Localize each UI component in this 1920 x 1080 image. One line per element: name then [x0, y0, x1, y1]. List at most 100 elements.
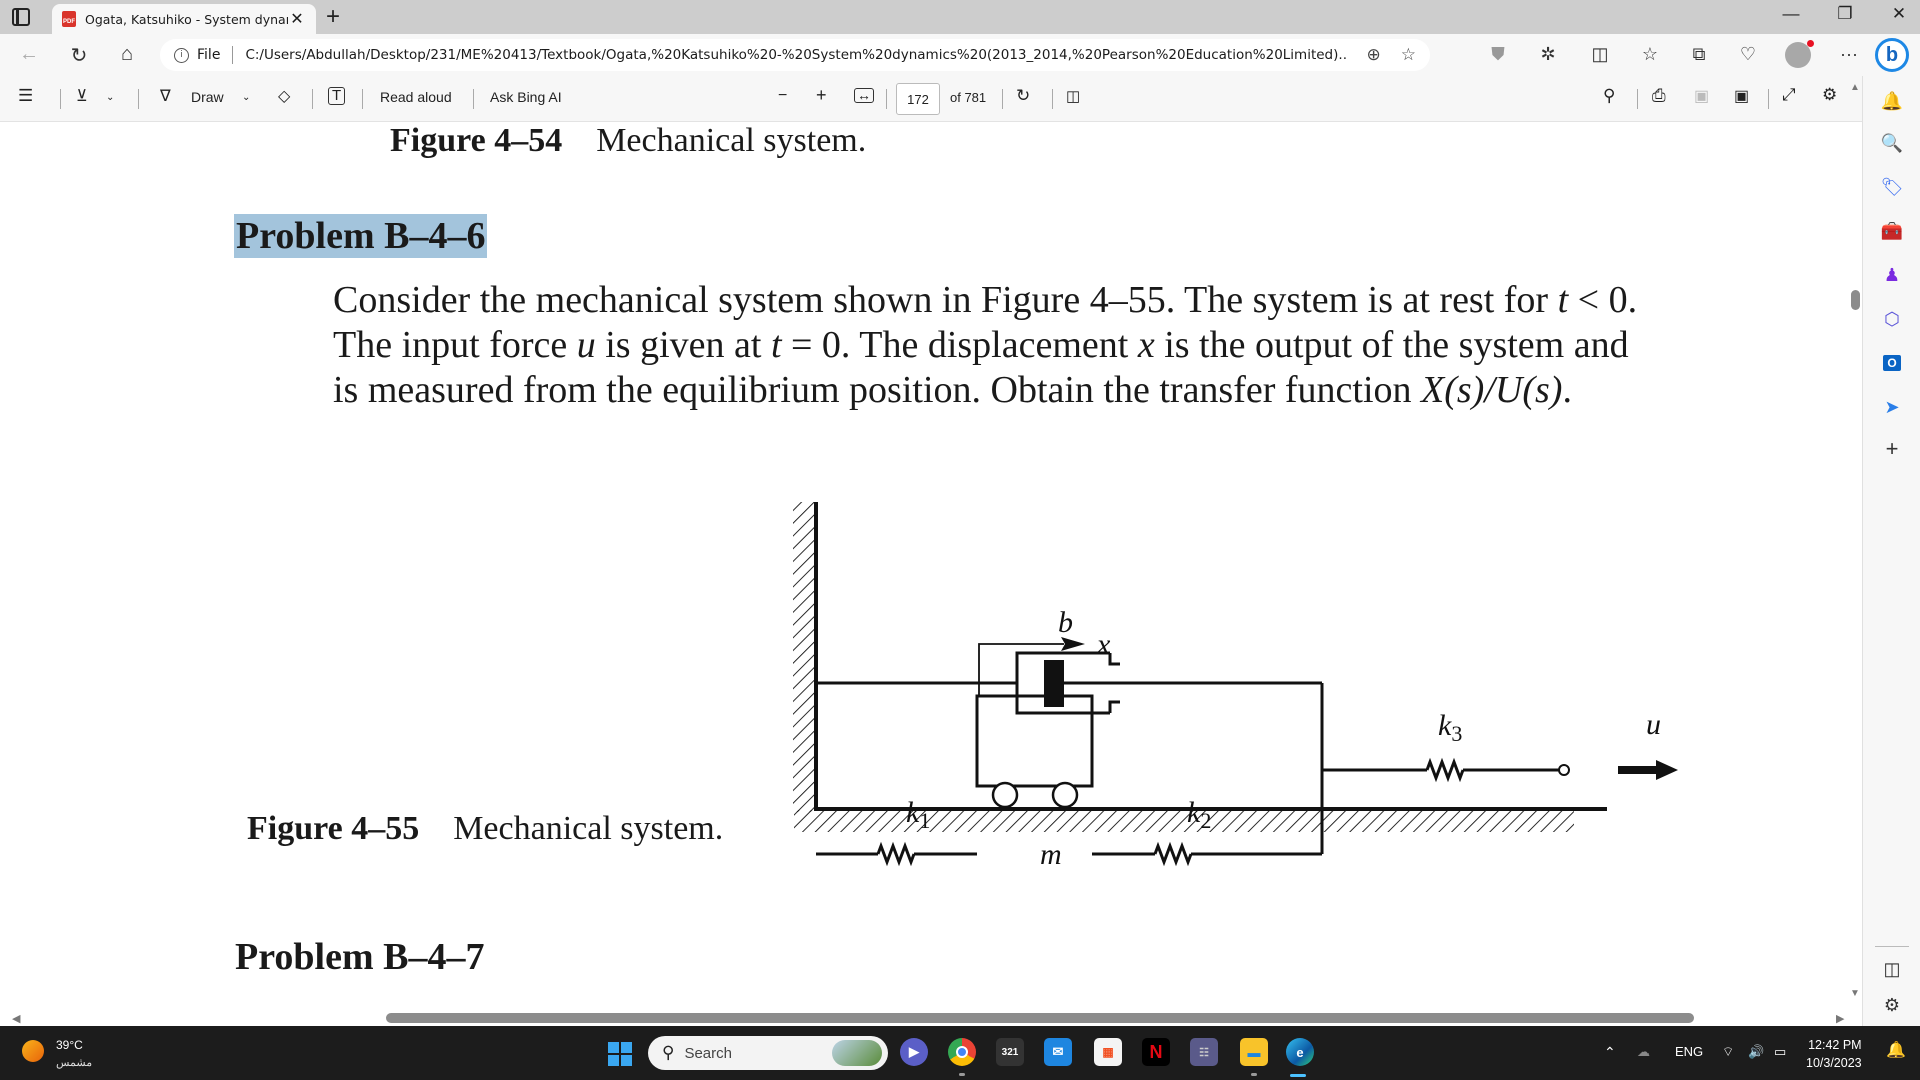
tools-icon[interactable]: 🧰	[1879, 218, 1905, 244]
games-icon[interactable]: ♟	[1879, 262, 1905, 288]
weather-description: مشمس	[56, 1057, 93, 1069]
sidebar-toggle-icon[interactable]: ◫	[1879, 956, 1905, 982]
search-highlight-image	[832, 1040, 882, 1066]
profile-avatar[interactable]	[1785, 40, 1814, 68]
scroll-up-icon[interactable]: ▲	[1850, 82, 1860, 93]
browser-essentials-icon[interactable]: ♡	[1735, 44, 1761, 65]
url-text[interactable]: C:/Users/Abdullah/Desktop/231/ME%20413/T…	[245, 47, 1346, 63]
equalizer-app-icon[interactable]: ☷	[1190, 1038, 1218, 1066]
info-icon[interactable]: i	[174, 47, 189, 63]
divider	[1002, 89, 1003, 109]
zoom-icon[interactable]: ⊕	[1367, 45, 1381, 65]
split-screen-icon[interactable]: ◫	[1587, 44, 1613, 65]
address-bar[interactable]: i File C:/Users/Abdullah/Desktop/231/ME%…	[160, 39, 1430, 71]
collections-icon[interactable]: ⧉	[1686, 44, 1712, 65]
file-explorer-icon[interactable]: ▬	[1240, 1038, 1268, 1066]
notification-center-icon[interactable]: 🔔	[1886, 1040, 1906, 1060]
favorite-star-icon[interactable]: ☆	[1401, 45, 1416, 65]
zoom-in-icon[interactable]: +	[816, 85, 827, 106]
bing-copilot-icon[interactable]: b	[1875, 38, 1909, 72]
wheel-left	[991, 781, 1019, 809]
k2-spring	[1153, 841, 1193, 867]
refresh-button[interactable]: ↻	[66, 43, 92, 68]
fit-to-width-icon[interactable]: ↔	[854, 88, 874, 103]
close-window-button[interactable]: ✕	[1884, 4, 1914, 24]
text-run: is given at	[595, 324, 771, 366]
ask-bing-button[interactable]: Ask Bing AI	[490, 89, 562, 105]
read-aloud-button[interactable]: Read aloud	[380, 89, 452, 105]
edge-icon[interactable]: e	[1286, 1038, 1314, 1066]
taskbar-search[interactable]: ⚲ Search	[648, 1036, 888, 1070]
wifi-icon[interactable]: ⌔	[1722, 1044, 1734, 1060]
microsoft-store-icon[interactable]: ▦	[1094, 1038, 1122, 1066]
chrome-icon[interactable]	[948, 1038, 976, 1066]
page-view-icon[interactable]: ◫	[1066, 87, 1080, 105]
label-k3: k3	[1438, 709, 1462, 746]
scroll-left-icon[interactable]: ◀	[12, 1012, 20, 1025]
extensions-icon[interactable]: ✲	[1535, 44, 1561, 65]
netflix-icon[interactable]: N	[1142, 1038, 1170, 1066]
figure-caption-text: Mechanical system.	[596, 122, 867, 159]
find-icon[interactable]: ⚲	[1603, 86, 1615, 106]
figure-caption-text: Mechanical system.	[453, 810, 724, 847]
teams-icon[interactable]: ▶	[900, 1038, 928, 1066]
problem-b-4-7-heading: Problem B–4–7	[235, 936, 485, 978]
minimize-button[interactable]: —	[1776, 4, 1806, 24]
eraser-icon[interactable]: ◇	[278, 86, 290, 106]
scroll-down-icon[interactable]: ▼	[1850, 988, 1860, 999]
print-icon[interactable]: ⎙	[1652, 86, 1666, 106]
tab-actions-icon[interactable]	[12, 8, 30, 26]
fullscreen-icon[interactable]: ⤢	[1782, 85, 1796, 105]
scroll-right-icon[interactable]: ▶	[1836, 1012, 1844, 1025]
displacement-arrowhead	[1061, 637, 1085, 651]
battery-icon[interactable]: ▭	[1774, 1044, 1786, 1060]
navigation-bar: ← ↻ ⌂ i File C:/Users/Abdullah/Desktop/2…	[0, 34, 1920, 76]
divider	[362, 89, 363, 109]
more-icon[interactable]: ···	[1836, 44, 1862, 65]
vertical-scrollbar[interactable]: ▲ ▼	[1850, 80, 1862, 1010]
start-button[interactable]	[608, 1042, 632, 1066]
media-player-classic-icon[interactable]: 321	[996, 1038, 1024, 1066]
shopping-icon[interactable]: 🏷	[1879, 174, 1905, 200]
add-icon[interactable]: +	[1879, 436, 1905, 462]
microsoft365-icon[interactable]: ⬡	[1879, 306, 1905, 332]
draw-button[interactable]: Draw	[191, 89, 224, 105]
tab-active[interactable]: PDF Ogata, Katsuhiko - System dynan ✕	[52, 4, 316, 34]
notifications-icon[interactable]: 🔔	[1879, 88, 1905, 114]
settings-icon[interactable]: ⚙	[1879, 992, 1905, 1018]
contents-icon[interactable]: ☰	[18, 86, 33, 106]
weather-sun-icon[interactable]	[22, 1040, 44, 1062]
drop-icon[interactable]: ➤	[1879, 394, 1905, 420]
vertical-scroll-thumb[interactable]	[1851, 290, 1860, 310]
language-indicator[interactable]: ENG	[1675, 1044, 1703, 1059]
tab-close-icon[interactable]: ✕	[288, 9, 306, 29]
show-hidden-icons[interactable]: ⌃	[1604, 1044, 1616, 1061]
horizontal-scrollbar[interactable]: ◀ ▶	[0, 1010, 1862, 1026]
restore-button[interactable]: ❐	[1830, 4, 1860, 24]
volume-icon[interactable]: 🔊	[1748, 1044, 1764, 1060]
outlook-icon[interactable]: O	[1879, 350, 1905, 376]
save-as-icon[interactable]: ▣	[1734, 86, 1749, 106]
pdf-settings-icon[interactable]: ⚙	[1822, 85, 1837, 105]
favorites-icon[interactable]: ☆	[1637, 44, 1663, 65]
highlight-icon[interactable]: ⊻	[76, 86, 88, 106]
search-icon[interactable]: 🔍	[1879, 130, 1905, 156]
home-button[interactable]: ⌂	[114, 43, 140, 66]
draw-icon[interactable]: ∇	[160, 86, 171, 106]
math-var: u	[576, 324, 596, 366]
zoom-out-icon[interactable]: −	[778, 87, 787, 105]
horizontal-scroll-thumb[interactable]	[386, 1013, 1694, 1023]
onedrive-icon[interactable]: ☁	[1637, 1044, 1650, 1060]
clock[interactable]: 12:42 PM 10/3/2023	[1806, 1036, 1862, 1072]
back-button[interactable]: ←	[16, 43, 42, 66]
rotate-icon[interactable]: ↻	[1016, 86, 1030, 106]
weather-temperature[interactable]: 39°C	[56, 1038, 83, 1052]
highlight-dropdown-icon[interactable]: ⌄	[106, 92, 114, 103]
draw-dropdown-icon[interactable]: ⌄	[242, 92, 250, 103]
mail-icon[interactable]: ✉	[1044, 1038, 1072, 1066]
new-tab-button[interactable]: +	[326, 3, 340, 31]
label-k2-sub: 2	[1200, 808, 1211, 833]
text-icon[interactable]: T	[328, 87, 346, 105]
page-number-input[interactable]: 172	[896, 83, 940, 115]
shield-icon[interactable]: ⛊	[1485, 44, 1511, 65]
